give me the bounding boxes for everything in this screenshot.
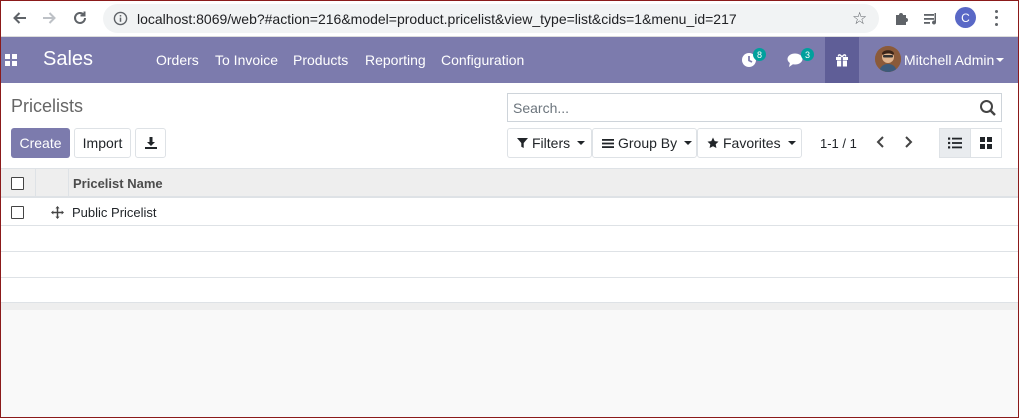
reload-icon[interactable] bbox=[68, 6, 92, 30]
column-header-pricelist-name[interactable]: Pricelist Name bbox=[73, 176, 163, 191]
puzzle-icon[interactable] bbox=[890, 8, 912, 30]
filters-dropdown[interactable]: Filters bbox=[507, 128, 592, 158]
forward-arrow-icon[interactable] bbox=[37, 6, 61, 30]
menu-products[interactable]: Products bbox=[293, 52, 348, 68]
page-title: Pricelists bbox=[11, 96, 84, 116]
menu-reporting[interactable]: Reporting bbox=[365, 52, 426, 68]
pager-value[interactable]: 1-1 / 1 bbox=[820, 136, 857, 151]
list-view-button[interactable] bbox=[939, 128, 971, 158]
favorites-caret-icon bbox=[787, 141, 796, 145]
chevron-right-icon[interactable] bbox=[900, 134, 916, 150]
list-view-icon bbox=[948, 137, 962, 149]
kanban-view-icon bbox=[980, 137, 992, 149]
media-icon[interactable] bbox=[921, 8, 943, 30]
empty-row bbox=[0, 226, 1019, 252]
download-icon bbox=[144, 137, 157, 149]
search-icon[interactable] bbox=[979, 99, 997, 117]
favorites-label: Favorites bbox=[723, 135, 781, 151]
create-button[interactable]: Create bbox=[11, 128, 70, 158]
group-by-dropdown[interactable]: Group By bbox=[592, 128, 697, 158]
empty-row bbox=[0, 278, 1019, 304]
profile-avatar[interactable]: C bbox=[955, 7, 976, 28]
pricelist-name-cell[interactable]: Public Pricelist bbox=[72, 205, 157, 220]
app-name[interactable]: Sales bbox=[43, 48, 93, 71]
drag-handle-icon[interactable] bbox=[51, 206, 64, 219]
browser-toolbar: localhost:8069/web?#action=216&model=pro… bbox=[0, 0, 1019, 37]
column-separator bbox=[68, 169, 69, 198]
content-background bbox=[0, 310, 1019, 418]
apps-menu-icon[interactable] bbox=[5, 54, 17, 66]
table-header: Pricelist Name bbox=[0, 169, 1019, 198]
search-input[interactable] bbox=[513, 98, 973, 118]
chevron-left-icon[interactable] bbox=[873, 134, 889, 150]
column-separator bbox=[35, 169, 36, 198]
user-name[interactable]: Mitchell Admin bbox=[904, 52, 994, 68]
main-navbar: Sales Orders To Invoice Products Reporti… bbox=[0, 37, 1019, 83]
info-icon[interactable] bbox=[113, 11, 128, 26]
control-panel: Pricelists Create Import Filters Group B… bbox=[0, 83, 1019, 169]
group-by-caret-icon bbox=[684, 141, 693, 145]
gift-icon[interactable] bbox=[825, 37, 859, 83]
filters-label: Filters bbox=[532, 135, 571, 151]
star-filled-icon bbox=[707, 137, 719, 149]
user-menu-caret-icon[interactable] bbox=[996, 58, 1004, 62]
table-row[interactable]: Public Pricelist bbox=[0, 200, 1019, 226]
bars-icon bbox=[602, 138, 614, 149]
activity-count-badge: 8 bbox=[753, 48, 766, 61]
download-button[interactable] bbox=[135, 128, 166, 158]
menu-to-invoice[interactable]: To Invoice bbox=[215, 52, 278, 68]
kanban-view-button[interactable] bbox=[970, 128, 1002, 158]
empty-row bbox=[0, 252, 1019, 278]
search-bar[interactable] bbox=[507, 93, 1002, 122]
kebab-menu-icon[interactable] bbox=[991, 8, 1001, 28]
star-icon[interactable]: ☆ bbox=[852, 9, 867, 29]
user-avatar[interactable] bbox=[875, 46, 901, 72]
select-all-checkbox[interactable] bbox=[11, 177, 24, 190]
back-arrow-icon[interactable] bbox=[8, 6, 32, 30]
favorites-dropdown[interactable]: Favorites bbox=[697, 128, 802, 158]
url-text[interactable]: localhost:8069/web?#action=216&model=pro… bbox=[137, 11, 737, 27]
import-button[interactable]: Import bbox=[74, 128, 131, 158]
group-by-label: Group By bbox=[618, 135, 678, 151]
menu-orders[interactable]: Orders bbox=[156, 52, 199, 68]
filters-caret-icon bbox=[577, 141, 586, 145]
address-bar[interactable]: localhost:8069/web?#action=216&model=pro… bbox=[103, 4, 879, 33]
menu-configuration[interactable]: Configuration bbox=[441, 52, 524, 68]
row-checkbox[interactable] bbox=[11, 206, 24, 219]
table-footer bbox=[0, 302, 1019, 310]
filter-icon bbox=[517, 137, 528, 149]
message-count-badge: 3 bbox=[801, 48, 814, 61]
